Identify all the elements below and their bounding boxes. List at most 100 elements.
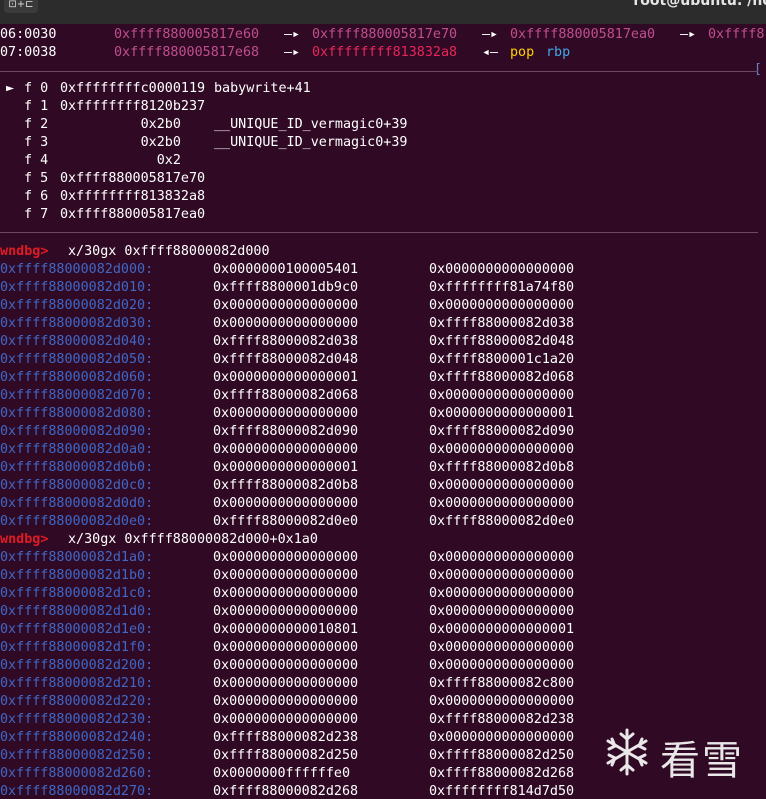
memory-value: 0xffff88000082d0e0	[213, 514, 359, 529]
frame-address: 0x2b0	[60, 117, 181, 132]
memory-address: 0xffff88000082d0b0:	[0, 460, 154, 475]
memory-address: 0xffff88000082d270:	[0, 784, 154, 799]
command-text: x/30gx 0xffff88000082d000	[68, 244, 270, 259]
frame-number: f 6	[24, 189, 49, 204]
memory-value: 0x0000000000000000	[429, 640, 575, 655]
memory-address: 0xffff88000082d250:	[0, 748, 154, 763]
memory-value: 0x0000000000000000	[213, 676, 359, 691]
memory-address: 0xffff88000082d220:	[0, 694, 154, 709]
frame-symbol: babywrite+41	[214, 81, 311, 96]
instruction-mnemonic: pop	[510, 45, 535, 60]
memory-value: 0x0000000000000000	[429, 658, 575, 673]
frame-number: f 1	[24, 99, 49, 114]
memory-address: 0xffff88000082d0c0:	[0, 478, 154, 493]
new-tab-button[interactable]: ⊡+⊏	[4, 0, 38, 13]
stack-value: 0xffff8	[708, 27, 765, 42]
memory-value: 0x0000000000000000	[213, 658, 359, 673]
memory-value: 0x0000000000000000	[429, 694, 575, 709]
memory-address: 0xffff88000082d030:	[0, 316, 154, 331]
pwndbg-prompt: pwndbg>	[0, 244, 49, 259]
memory-address: 0xffff88000082d0a0:	[0, 442, 154, 457]
memory-value: 0x0000000ffffffe0	[213, 766, 351, 781]
frame-symbol: __UNIQUE_ID_vermagic0+39	[214, 135, 408, 150]
memory-address: 0xffff88000082d1f0:	[0, 640, 154, 655]
memory-value: 0xffff88000082d038	[429, 316, 575, 331]
memory-value: 0xffff88000082d068	[429, 370, 575, 385]
memory-value: 0xffff88000082d268	[429, 766, 575, 781]
memory-value: 0xffff88000082c800	[429, 676, 575, 691]
memory-value: 0x0000000100005401	[213, 262, 359, 277]
frame-number: f 5	[24, 171, 49, 186]
memory-value: 0xffff88000082d0e0	[429, 514, 575, 529]
frame-address: 0xffffffffc0000119	[60, 81, 206, 96]
frame-address: 0xffffffff813832a8	[60, 189, 206, 204]
snowflake-icon	[606, 728, 648, 776]
memory-value: 0x0000000000000001	[213, 460, 359, 475]
memory-value: 0x0000000000000000	[429, 388, 575, 403]
memory-value: 0x0000000000000000	[213, 442, 359, 457]
memory-address: 0xffff88000082d000:	[0, 262, 154, 277]
frame-address: 0xffff880005817e70	[60, 171, 206, 186]
stack-address: 0xffff880005817e60	[114, 27, 260, 42]
memory-value: 0xffff88000082d0b8	[429, 460, 575, 475]
section-divider	[0, 232, 758, 233]
memory-value: 0xffff88000082d250	[213, 748, 359, 763]
frame-symbol: __UNIQUE_ID_vermagic0+39	[214, 117, 408, 132]
memory-value: 0xffff8800001c1a20	[429, 352, 575, 367]
command-text: x/30gx 0xffff88000082d000+0x1a0	[68, 532, 318, 547]
frame-number: f 4	[24, 153, 49, 168]
memory-value: 0xffff88000082d238	[429, 712, 575, 727]
memory-value: 0xffff88000082d250	[429, 748, 575, 763]
memory-value: 0x0000000000000000	[429, 262, 575, 277]
memory-address: 0xffff88000082d1d0:	[0, 604, 154, 619]
memory-value: 0x0000000000010801	[213, 622, 359, 637]
memory-address: 0xffff88000082d070:	[0, 388, 154, 403]
pwndbg-prompt: pwndbg>	[0, 532, 49, 547]
frame-address: 0xffffffff8120b237	[60, 99, 206, 114]
memory-value: 0xffff88000082d048	[429, 334, 575, 349]
terminal-titlebar: ⊡+⊏ root@ubuntu: /ho	[0, 0, 766, 24]
kanxue-watermark: 看雪	[600, 722, 760, 784]
memory-value: 0x0000000000000000	[429, 298, 575, 313]
memory-value: 0x0000000000000000	[213, 604, 359, 619]
memory-value: 0x0000000000000000	[213, 568, 359, 583]
stack-value: 0xffff880005817e70	[312, 27, 458, 42]
section-bracket: [	[754, 62, 762, 77]
memory-value: 0xffff88000082d090	[429, 424, 575, 439]
stack-address: 0xffff880005817e68	[114, 45, 260, 60]
frame-address: 0x2	[60, 153, 181, 168]
memory-address: 0xffff88000082d1a0:	[0, 550, 154, 565]
section-divider	[0, 71, 758, 72]
memory-address: 0xffff88000082d240:	[0, 730, 154, 745]
memory-value: 0x0000000000000000	[213, 406, 359, 421]
pointer-arrow: —▸	[680, 27, 697, 42]
memory-value: 0x0000000000000000	[213, 298, 359, 313]
memory-value: 0xffffffff81a74f80	[429, 280, 575, 295]
code-address: 0xffffffff813832a8	[312, 45, 458, 60]
memory-value: 0x0000000000000000	[213, 496, 359, 511]
memory-address: 0xffff88000082d080:	[0, 406, 154, 421]
frame-number: f 2	[24, 117, 49, 132]
memory-value: 0x0000000000000000	[429, 604, 575, 619]
stack-offset: 06:0030	[0, 27, 57, 42]
current-frame-marker: ►	[6, 81, 15, 96]
memory-value: 0x0000000000000000	[429, 568, 575, 583]
window-title: root@ubuntu: /ho	[633, 0, 766, 9]
pointer-arrow: ◂—	[482, 45, 499, 60]
memory-value: 0xffffffff814d7d50	[429, 784, 575, 799]
memory-value: 0x0000000000000001	[213, 370, 359, 385]
memory-value: 0xffff88000082d048	[213, 352, 359, 367]
memory-value: 0x0000000000000000	[429, 730, 575, 745]
memory-address: 0xffff88000082d1b0:	[0, 568, 154, 583]
memory-address: 0xffff88000082d200:	[0, 658, 154, 673]
frame-number: f 0	[24, 81, 49, 96]
frame-address: 0xffff880005817ea0	[60, 207, 206, 222]
memory-value: 0xffff8800001db9c0	[213, 280, 359, 295]
memory-address: 0xffff88000082d020:	[0, 298, 154, 313]
memory-value: 0x0000000000000000	[213, 640, 359, 655]
memory-address: 0xffff88000082d040:	[0, 334, 154, 349]
memory-value: 0xffff88000082d0b8	[213, 478, 359, 493]
memory-value: 0xffff88000082d090	[213, 424, 359, 439]
terminal-output[interactable]: [ 06:0030 0xffff880005817e60 —▸ 0xffff88000…	[0, 24, 766, 799]
frame-number: f 7	[24, 207, 49, 222]
